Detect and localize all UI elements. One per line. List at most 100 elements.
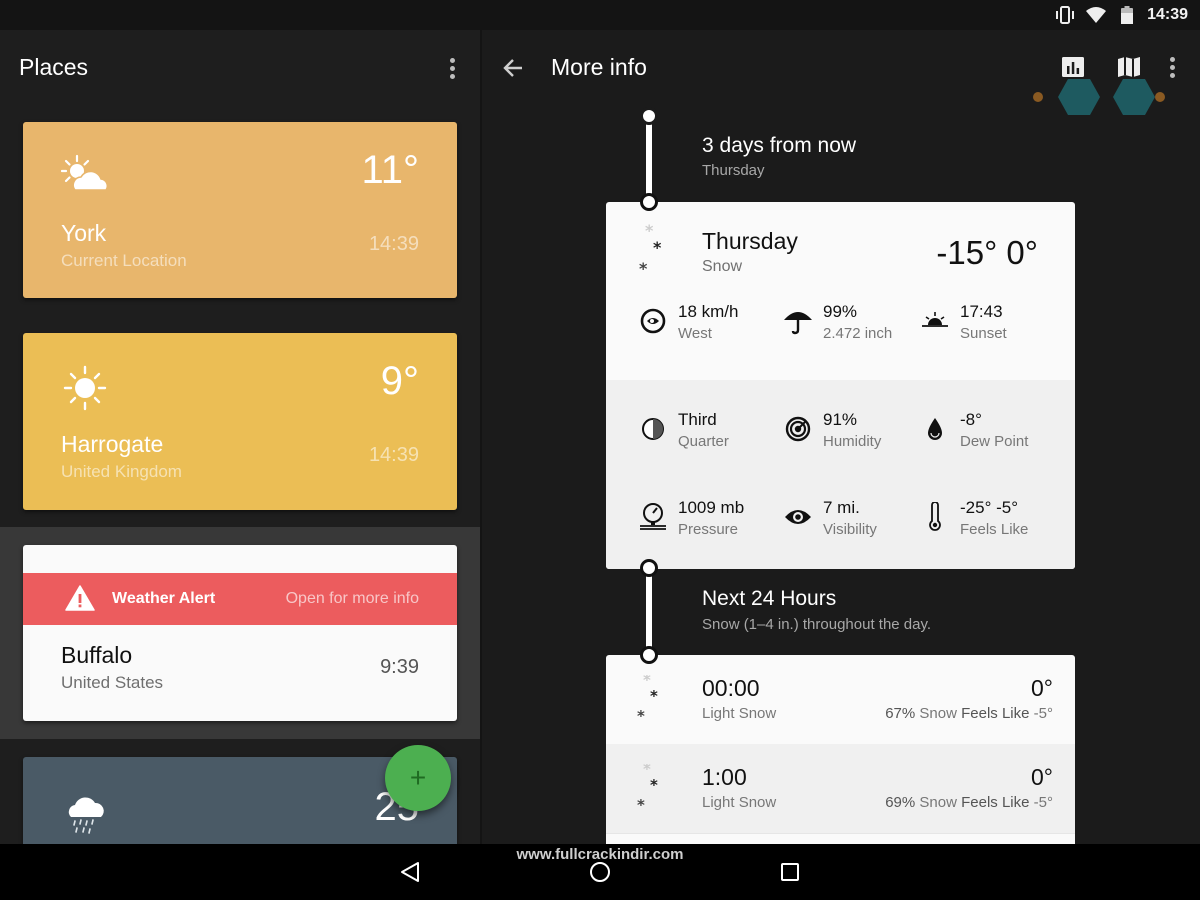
umbrella-icon [783, 306, 813, 336]
vibrate-icon [1054, 5, 1076, 25]
timeline-node [640, 107, 658, 125]
hourly-section-subtitle: Snow (1–4 in.) throughout the day. [702, 616, 932, 633]
stat-moon-phase: Third Quarter [638, 410, 788, 454]
place-city: York [61, 220, 107, 246]
map-icon [1118, 57, 1140, 77]
svg-text:*: * [639, 259, 648, 278]
hour-details: 67% Snow Feels Like -5° [885, 705, 1053, 722]
recents-nav-icon [781, 863, 799, 881]
hourly-forecast-card: * * * 00:00 Light Snow 0° 67% Snow Feels L… [606, 655, 1075, 844]
nav-home-button[interactable] [586, 858, 614, 886]
place-subtitle: United Kingdom [61, 462, 182, 481]
svg-text:*: * [653, 238, 662, 257]
thermometer-icon [920, 502, 950, 532]
day-section-title: 3 days from now [702, 134, 857, 157]
timeline-line [646, 569, 652, 655]
hour-temperature: 0° [1031, 764, 1053, 790]
stat-dew-point: -8° Dew Point [920, 410, 1070, 454]
hourly-row[interactable]: * * * 00:00 Light Snow 0° 67% Snow Feels L… [606, 655, 1075, 744]
weather-alert-open-link[interactable]: Open for more info [286, 590, 419, 608]
day-name: Thursday [702, 228, 798, 254]
decorative-hexagons [1033, 79, 1165, 115]
app-screen: 14:39 Places 11° York Current Location 1… [0, 0, 1200, 900]
snow-icon: * * * [634, 760, 670, 824]
back-nav-icon [401, 862, 419, 882]
timeline-line [646, 116, 652, 202]
weather-alert-banner[interactable]: Weather Alert Open for more info [23, 573, 457, 625]
map-button[interactable] [1116, 54, 1142, 80]
detail-title: More info [551, 54, 647, 80]
place-subtitle: Current Location [61, 251, 187, 270]
battery-icon [1116, 5, 1138, 25]
hour-details: 69% Snow Feels Like -5° [885, 794, 1053, 811]
plus-icon: + [409, 762, 427, 793]
stat-pressure: 1009 mb Pressure [638, 498, 788, 542]
status-time: 14:39 [1147, 6, 1188, 23]
place-card-harrogate[interactable]: 9° Harrogate United Kingdom 14:39 [23, 333, 457, 510]
hourly-section-title: Next 24 Hours [702, 587, 837, 610]
back-button[interactable] [500, 54, 528, 82]
navigation-bar: www.fullcrackindir.com [0, 844, 1200, 900]
chart-icon [1062, 57, 1084, 77]
moon-phase-icon [638, 414, 668, 444]
svg-text:*: * [637, 796, 645, 814]
place-card-buffalo[interactable]: Weather Alert Open for more info Buffalo… [23, 545, 457, 721]
sunny-icon [61, 365, 113, 413]
weather-alert-title: Weather Alert [112, 590, 216, 607]
nav-recents-button[interactable] [776, 858, 804, 886]
arrow-left-icon [503, 59, 522, 77]
detail-pane: More info 3 days from now Thursday * * *… [482, 30, 1200, 844]
partly-cloudy-icon [60, 154, 113, 202]
snow-icon: * * * [634, 671, 670, 735]
svg-text:*: * [650, 776, 658, 794]
day-section-subtitle: Thursday [702, 162, 765, 179]
place-card-york[interactable]: 11° York Current Location 14:39 [23, 122, 457, 298]
place-time: 14:39 [368, 444, 419, 466]
sunset-icon [920, 306, 950, 336]
hour-condition: Light Snow [702, 794, 777, 811]
svg-text:*: * [650, 687, 658, 705]
hour-condition: Light Snow [702, 705, 777, 722]
place-city: Buffalo [61, 642, 133, 668]
warning-icon [65, 585, 95, 611]
day-temperature-range: -15° 0° [936, 234, 1038, 271]
stat-humidity: 91% Humidity [783, 410, 933, 454]
overflow-menu-icon [1169, 56, 1175, 62]
hourly-row[interactable]: * * * 1:00 Light Snow 0° 69% Snow Feels Li… [606, 744, 1075, 833]
place-time: 9:39 [380, 656, 419, 678]
nav-back-button[interactable] [396, 858, 424, 886]
place-temperature: 9° [380, 359, 419, 403]
place-subtitle: United States [61, 673, 164, 692]
status-bar: 14:39 [0, 0, 1200, 30]
place-time: 14:39 [368, 233, 419, 255]
hour-time: 00:00 [702, 675, 760, 701]
stat-precipitation: 99% 2.472 inch [783, 302, 933, 346]
add-place-button[interactable]: + [385, 745, 451, 811]
stat-wind: 18 km/h West [638, 302, 788, 346]
wind-icon [638, 306, 668, 336]
hour-temperature: 0° [1031, 675, 1053, 701]
chart-button[interactable] [1060, 54, 1086, 80]
overflow-menu-icon [449, 57, 455, 63]
stat-sunset: 17:43 Sunset [920, 302, 1070, 346]
dew-drop-icon [920, 414, 950, 444]
day-condition: Snow [702, 258, 743, 275]
row-divider [606, 833, 1075, 834]
svg-text:*: * [637, 707, 645, 725]
day-forecast-card[interactable]: * * * Thursday Snow -15° 0° 18 km/h West [606, 202, 1075, 569]
snow-icon: * * * [636, 221, 672, 284]
rain-icon [61, 791, 113, 839]
hour-time: 1:00 [702, 764, 747, 790]
place-temperature: 11° [361, 148, 419, 192]
pressure-gauge-icon [638, 502, 668, 532]
timeline-node [640, 646, 658, 664]
places-title: Places [19, 54, 89, 80]
home-nav-icon [590, 862, 610, 882]
detail-overflow-menu-button[interactable] [1162, 53, 1182, 81]
places-overflow-menu-button[interactable] [442, 54, 462, 82]
place-city: Harrogate [61, 431, 164, 457]
eye-icon [783, 502, 813, 532]
stat-feels-like: -25° -5° Feels Like [920, 498, 1070, 542]
places-pane: Places 11° York Current Location 14:39 9… [0, 30, 480, 844]
stat-visibility: 7 mi. Visibility [783, 498, 933, 542]
